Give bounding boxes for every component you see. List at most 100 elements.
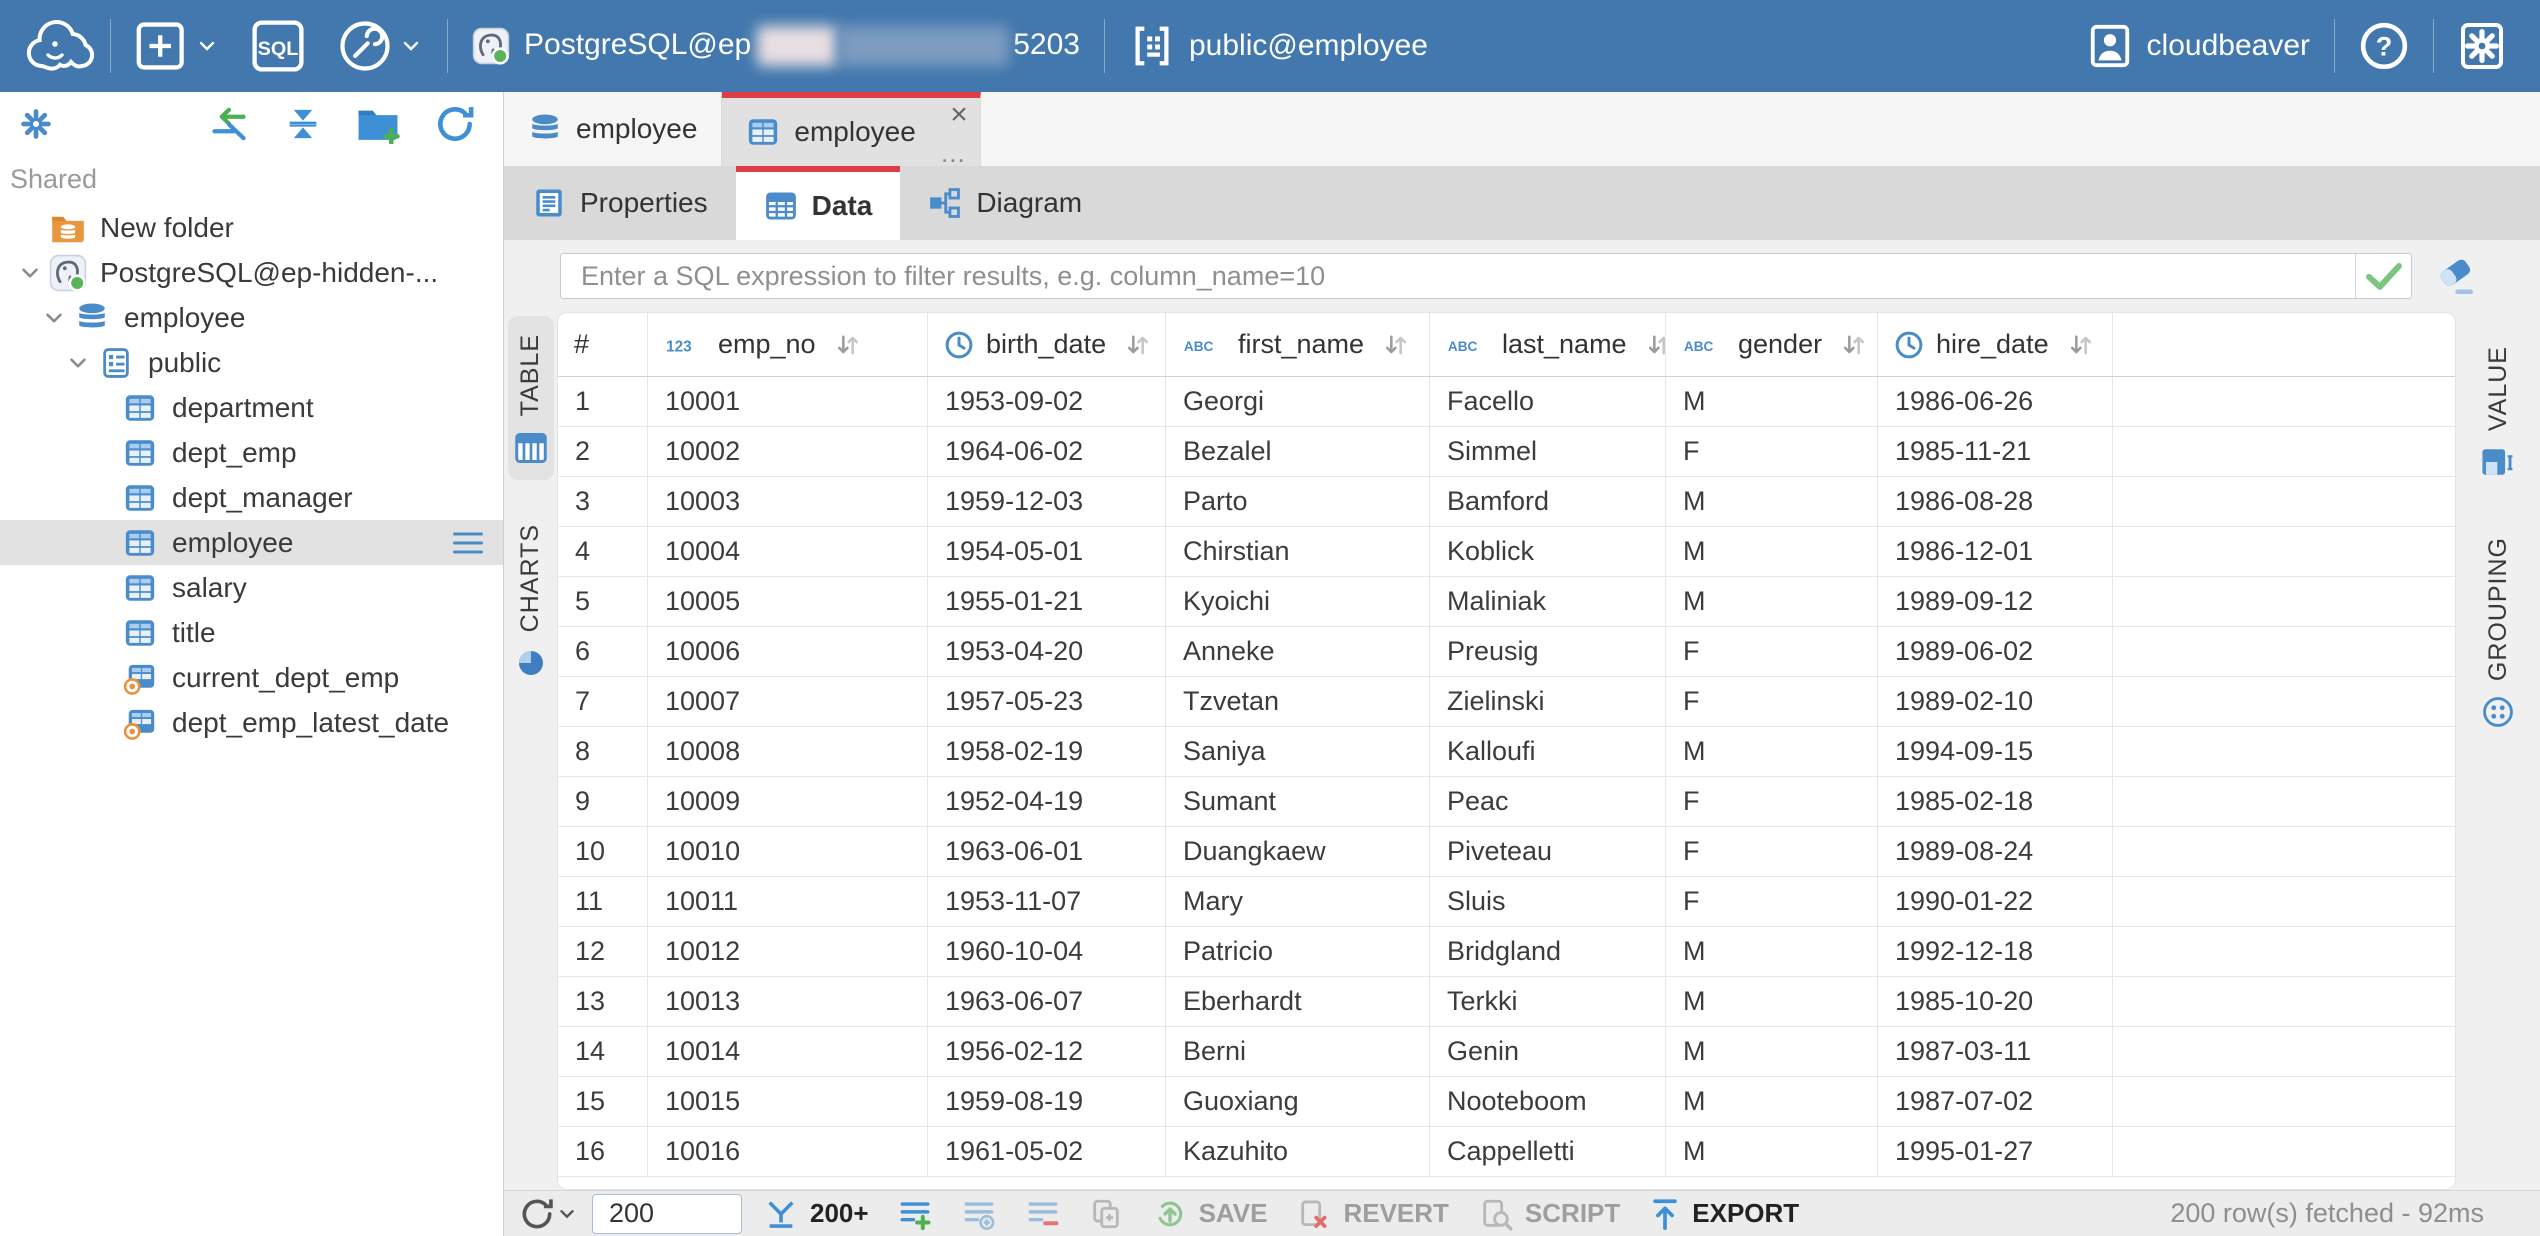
data-cell[interactable]: 1963-06-07 (928, 977, 1166, 1026)
driver-manager-button[interactable] (321, 0, 439, 92)
tab-employee-table[interactable]: employee × … (722, 92, 980, 166)
delete-row-icon[interactable] (1025, 1197, 1061, 1231)
clear-filter-eraser-icon[interactable] (2434, 255, 2476, 297)
data-cell[interactable]: Cappelletti (1430, 1127, 1666, 1176)
data-cell[interactable]: 1985-11-21 (1878, 427, 2113, 476)
data-cell[interactable]: Maliniak (1430, 577, 1666, 626)
data-cell[interactable]: Bamford (1430, 477, 1666, 526)
tree-item-new-folder[interactable]: New folder (0, 205, 503, 250)
data-cell[interactable]: Saniya (1166, 727, 1430, 776)
tab-table-presentation[interactable]: TABLE (508, 316, 554, 480)
data-cell[interactable]: Tzvetan (1166, 677, 1430, 726)
tree-item-public[interactable]: public (0, 340, 503, 385)
data-cell[interactable]: 10006 (648, 627, 928, 676)
data-cell[interactable]: F (1666, 627, 1878, 676)
data-cell[interactable]: Anneke (1166, 627, 1430, 676)
data-cell[interactable]: 1952-04-19 (928, 777, 1166, 826)
data-cell[interactable]: 1986-06-26 (1878, 377, 2113, 426)
close-tab-icon[interactable]: × (950, 100, 968, 130)
data-cell[interactable]: 1986-08-28 (1878, 477, 2113, 526)
script-button[interactable]: SCRIPT (1479, 1197, 1620, 1231)
data-cell[interactable]: Preusig (1430, 627, 1666, 676)
data-cell[interactable]: Mary (1166, 877, 1430, 926)
data-cell[interactable]: M (1666, 477, 1878, 526)
connection-selector[interactable]: PostgreSQL@ep5203 (456, 26, 1096, 66)
tree-item-dept-emp-latest-date[interactable]: dept_emp_latest_date (0, 700, 503, 745)
data-cell[interactable]: 1986-12-01 (1878, 527, 2113, 576)
data-cell[interactable]: 1985-02-18 (1878, 777, 2113, 826)
data-cell[interactable]: 1989-08-24 (1878, 827, 2113, 876)
data-cell[interactable]: Sluis (1430, 877, 1666, 926)
data-cell[interactable]: 1953-09-02 (928, 377, 1166, 426)
data-cell[interactable]: 1987-03-11 (1878, 1027, 2113, 1076)
data-cell[interactable]: 10008 (648, 727, 928, 776)
data-cell[interactable]: F (1666, 427, 1878, 476)
data-cell[interactable]: 1989-06-02 (1878, 627, 2113, 676)
tree-item-title[interactable]: title (0, 610, 503, 655)
duplicate-script-icon[interactable] (1089, 1197, 1123, 1231)
data-cell[interactable]: 1990-01-22 (1878, 877, 2113, 926)
data-cell[interactable]: M (1666, 377, 1878, 426)
data-cell[interactable]: 10011 (648, 877, 928, 926)
data-cell[interactable]: 1992-12-18 (1878, 927, 2113, 976)
tab-employee-database[interactable]: employee (504, 92, 722, 166)
apply-filter-button[interactable] (2355, 254, 2411, 298)
chevron-down-icon[interactable] (556, 1203, 578, 1225)
help-button[interactable]: ? (2343, 0, 2425, 92)
data-cell[interactable]: 1959-08-19 (928, 1077, 1166, 1126)
data-cell[interactable]: Genin (1430, 1027, 1666, 1076)
data-cell[interactable]: Bezalel (1166, 427, 1430, 476)
data-cell[interactable]: 10013 (648, 977, 928, 1026)
data-cell[interactable]: 10002 (648, 427, 928, 476)
sql-filter-input[interactable] (561, 254, 2355, 298)
data-cell[interactable]: Parto (1166, 477, 1430, 526)
data-cell[interactable]: 1960-10-04 (928, 927, 1166, 976)
data-cell[interactable]: Kalloufi (1430, 727, 1666, 776)
column-header-last_name[interactable]: ABClast_name (1430, 313, 1666, 376)
data-cell[interactable]: 1961-05-02 (928, 1127, 1166, 1176)
tree-item-employee[interactable]: employee (0, 295, 503, 340)
data-cell[interactable]: 1963-06-01 (928, 827, 1166, 876)
sql-editor-button[interactable]: SQL (235, 0, 321, 92)
add-row-icon[interactable] (897, 1197, 933, 1231)
revert-button[interactable]: REVERT (1297, 1197, 1448, 1231)
data-cell[interactable]: F (1666, 827, 1878, 876)
data-cell[interactable]: Bridgland (1430, 927, 1666, 976)
link-with-editor-icon[interactable] (207, 104, 251, 144)
data-cell[interactable]: Georgi (1166, 377, 1430, 426)
add-folder-icon[interactable] (355, 104, 401, 144)
export-button[interactable]: EXPORT (1650, 1197, 1799, 1231)
data-cell[interactable]: Kazuhito (1166, 1127, 1430, 1176)
item-menu-hamburger-icon[interactable] (449, 528, 487, 558)
data-cell[interactable]: Koblick (1430, 527, 1666, 576)
data-cell[interactable]: F (1666, 777, 1878, 826)
data-cell[interactable]: 1954-05-01 (928, 527, 1166, 576)
data-cell[interactable]: 1985-10-20 (1878, 977, 2113, 1026)
data-cell[interactable]: M (1666, 1077, 1878, 1126)
sort-arrows-icon[interactable] (1645, 331, 1666, 359)
column-header-rownum[interactable]: # (558, 313, 648, 376)
tab-value-panel[interactable]: VALUE (2474, 328, 2522, 493)
data-cell[interactable]: Nooteboom (1430, 1077, 1666, 1126)
sort-arrows-icon[interactable] (834, 331, 862, 359)
data-cell[interactable]: F (1666, 677, 1878, 726)
tree-item-salary[interactable]: salary (0, 565, 503, 610)
new-object-button[interactable] (119, 0, 235, 92)
data-cell[interactable]: 10001 (648, 377, 928, 426)
refresh-result-icon[interactable] (518, 1195, 556, 1233)
data-cell[interactable]: Kyoichi (1166, 577, 1430, 626)
sort-arrows-icon[interactable] (1124, 331, 1152, 359)
schema-selector[interactable]: public@employee (1113, 23, 1444, 69)
data-cell[interactable]: 10009 (648, 777, 928, 826)
settings-button[interactable] (2442, 0, 2522, 92)
data-cell[interactable]: 10004 (648, 527, 928, 576)
data-cell[interactable]: Patricio (1166, 927, 1430, 976)
cloudbeaver-logo[interactable] (22, 15, 102, 77)
column-header-birth_date[interactable]: birth_date (928, 313, 1166, 376)
data-cell[interactable]: M (1666, 927, 1878, 976)
data-cell[interactable]: 10015 (648, 1077, 928, 1126)
data-cell[interactable]: Facello (1430, 377, 1666, 426)
data-cell[interactable]: M (1666, 1127, 1878, 1176)
data-cell[interactable]: Zielinski (1430, 677, 1666, 726)
data-cell[interactable]: 1953-04-20 (928, 627, 1166, 676)
